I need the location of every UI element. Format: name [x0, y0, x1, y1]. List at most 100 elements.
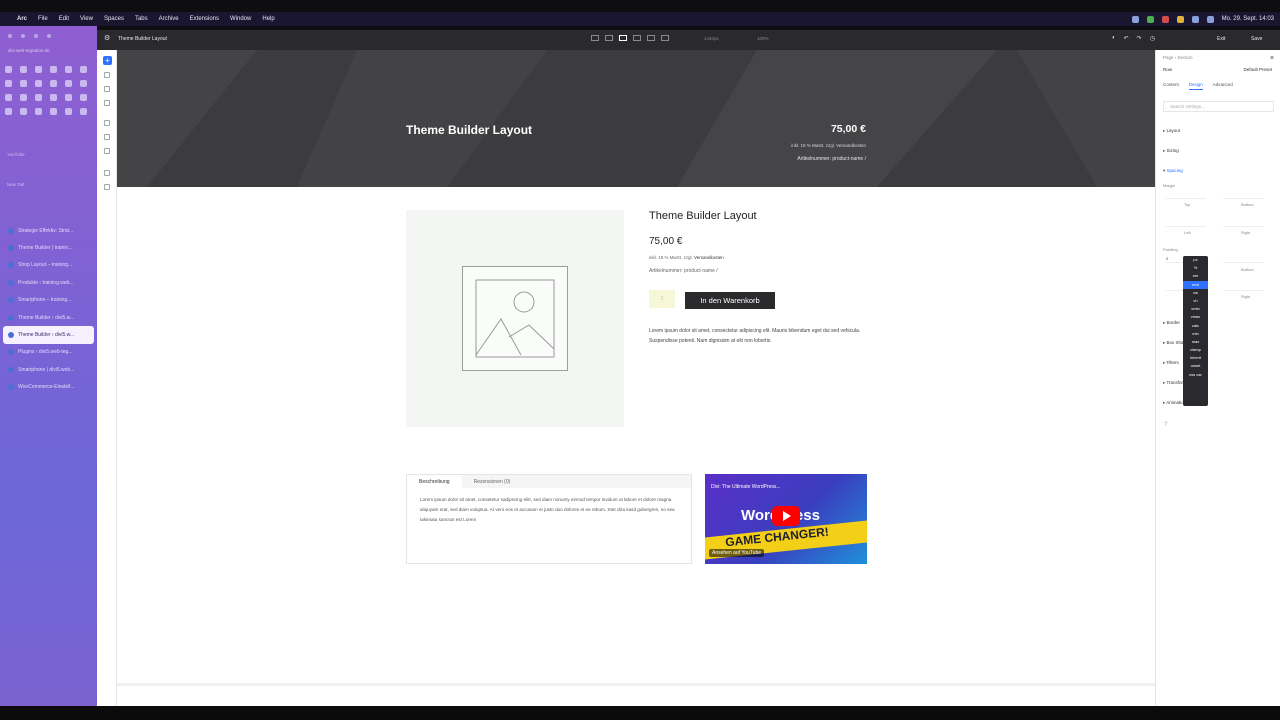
margin-top-field[interactable] [1166, 192, 1206, 199]
page-settings-icon[interactable] [104, 120, 110, 126]
unit-option[interactable]: min [1183, 330, 1208, 338]
favorite-icon[interactable] [80, 108, 87, 115]
favorite-icon[interactable] [80, 80, 87, 87]
gear-icon[interactable]: ⚙ [104, 34, 110, 42]
group-border[interactable]: Border [1163, 320, 1181, 326]
watch-on-youtube-link[interactable]: Ansehen auf YouTube [709, 549, 765, 557]
panel-breadcrumb[interactable]: Page › Section [1163, 55, 1193, 60]
extension-icon[interactable] [1176, 15, 1184, 23]
unit-option[interactable]: em [1183, 272, 1208, 280]
unit-option[interactable]: vmin [1183, 305, 1208, 313]
shipping-link[interactable]: Versandkosten [694, 255, 724, 260]
browser-tab[interactable]: Strategie Effektiv: Strat... [3, 222, 94, 239]
close-icon[interactable]: × [1270, 55, 1274, 62]
favorite-icon[interactable] [20, 108, 27, 115]
favorite-icon[interactable] [65, 80, 72, 87]
preset-selector[interactable]: Default Preset [1243, 67, 1272, 72]
add-to-cart-button[interactable]: In den Warenkorb [685, 292, 775, 309]
group-filters[interactable]: Filters [1163, 360, 1179, 366]
group-spacing[interactable]: Spacing [1163, 168, 1183, 174]
browser-tab-active[interactable]: Theme Builder ‹ divi5.w... [3, 326, 94, 344]
tab-content[interactable]: Content [1163, 82, 1179, 90]
canvas-width-readout[interactable]: 1440px [704, 36, 719, 41]
redo-icon[interactable]: ↷ [1137, 35, 1142, 42]
unit-option[interactable]: inherit [1183, 354, 1208, 362]
browser-tab[interactable]: Plugins ‹ divi5.web-teg... [3, 344, 94, 361]
menu-view[interactable]: View [80, 16, 93, 22]
favorite-icon[interactable] [50, 80, 57, 87]
save-button[interactable]: Save [1251, 36, 1262, 42]
back-icon[interactable] [21, 34, 25, 38]
tab-description[interactable]: Beschreibung [407, 475, 462, 488]
menu-archive[interactable]: Archive [159, 16, 179, 22]
url-bar[interactable]: divi.web-tegration.de [8, 48, 50, 53]
undo-icon[interactable]: ↶ [1124, 35, 1129, 42]
toggle-icon[interactable]: ◐ [1112, 35, 1116, 42]
favorite-icon[interactable] [65, 94, 72, 101]
unit-option[interactable]: calc [1183, 322, 1208, 330]
margin-right-field[interactable] [1223, 220, 1263, 227]
padding-bottom-field[interactable] [1223, 256, 1263, 263]
extension-icon[interactable] [1146, 15, 1154, 23]
unit-option[interactable]: % [1183, 264, 1208, 272]
favorite-icon[interactable] [35, 108, 42, 115]
battery-icon[interactable] [1206, 15, 1214, 23]
favorite-icon[interactable] [35, 66, 42, 73]
help-icon[interactable] [104, 184, 110, 190]
menu-tabs[interactable]: Tabs [135, 16, 148, 22]
tab-reviews[interactable]: Rezensionen (0) [462, 475, 523, 488]
zoom-readout[interactable]: 100% [757, 36, 769, 41]
database-icon[interactable] [104, 86, 110, 92]
tab-design[interactable]: Design [1188, 82, 1203, 90]
unit-option[interactable]: max [1183, 338, 1208, 346]
unit-option[interactable]: css var [1183, 371, 1208, 379]
favorite-icon[interactable] [65, 108, 72, 115]
margin-left-field[interactable] [1166, 220, 1206, 227]
hero-section[interactable]: Theme Builder Layout 75,00 € inkl. 19 % … [117, 50, 1155, 187]
tablet-wide-icon[interactable] [633, 35, 641, 41]
layers-icon[interactable] [104, 72, 110, 78]
play-button-icon[interactable] [772, 506, 800, 526]
wireframe-icon[interactable] [104, 134, 110, 140]
unit-option[interactable]: vh [1183, 297, 1208, 305]
menu-file[interactable]: File [38, 16, 48, 22]
menu-window[interactable]: Window [230, 16, 251, 22]
menu-extensions[interactable]: Extensions [190, 16, 219, 22]
reload-icon[interactable] [47, 34, 51, 38]
favorite-icon[interactable] [50, 94, 57, 101]
product-image[interactable] [406, 210, 624, 427]
favorite-icon[interactable] [80, 66, 87, 73]
video-title[interactable]: Divi: The Ultimate WordPress... [711, 484, 781, 490]
desktop-icon[interactable] [605, 35, 613, 41]
browser-tab[interactable]: Smartphone – training... [3, 292, 94, 309]
add-module-icon[interactable]: + [103, 56, 112, 65]
unit-option[interactable]: unset [1183, 362, 1208, 370]
margin-bottom-field[interactable] [1223, 192, 1263, 199]
library-icon[interactable] [104, 100, 110, 106]
browser-tab[interactable]: Smartphone | divi5.web... [3, 361, 94, 378]
browser-tab[interactable]: Produkte ‹ training.web... [3, 274, 94, 291]
unit-option[interactable]: vw [1183, 289, 1208, 297]
favorite-icon[interactable] [50, 108, 57, 115]
forward-icon[interactable] [34, 34, 38, 38]
extension-icon[interactable] [1161, 15, 1169, 23]
favorite-icon[interactable] [20, 80, 27, 87]
desktop-wide-icon[interactable] [591, 35, 599, 41]
favorite-icon[interactable] [35, 94, 42, 101]
extension-icon[interactable] [1131, 15, 1139, 23]
padding-right-field[interactable] [1223, 284, 1263, 291]
sidebar-toggle-icon[interactable] [8, 34, 12, 38]
tab-advanced[interactable]: Advanced [1213, 82, 1233, 90]
group-sizing[interactable]: Sizing [1163, 148, 1179, 154]
tablet-icon[interactable] [647, 35, 655, 41]
browser-tab[interactable]: Theme Builder ‹ divi5.w... [3, 309, 94, 326]
favorite-icon[interactable] [5, 94, 12, 101]
menu-clock[interactable]: Mo. 29. Sept. 14:03 [1222, 16, 1274, 22]
favorite-icon[interactable] [65, 66, 72, 73]
menu-app-name[interactable]: Arc [17, 16, 27, 22]
history-icon[interactable]: ◷ [1150, 35, 1155, 42]
video-embed[interactable]: Divi: The Ultimate WordPress... WordPres… [705, 474, 867, 564]
favorite-icon[interactable] [80, 94, 87, 101]
favorite-icon[interactable] [5, 80, 12, 87]
help-icon[interactable]: ? [1164, 422, 1167, 428]
